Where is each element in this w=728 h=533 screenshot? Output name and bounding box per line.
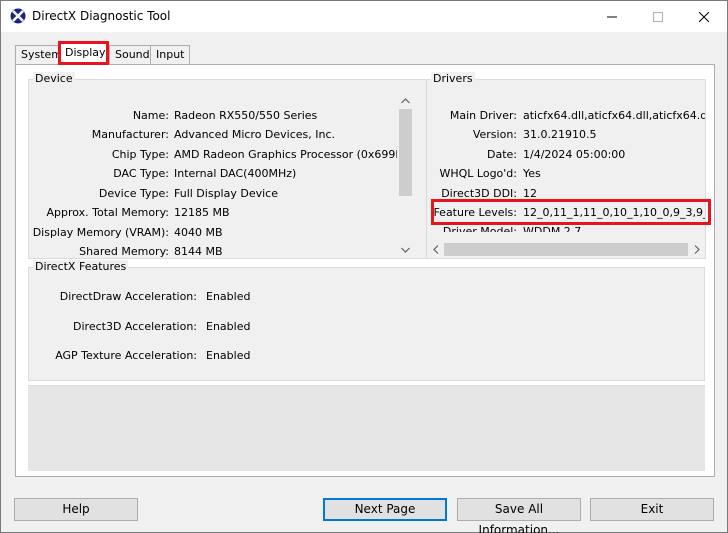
scroll-thumb[interactable] [444,243,688,256]
device-value: Internal DAC(400MHz) [174,167,297,180]
help-button[interactable]: Help [14,498,138,521]
driver-value: aticfx64.dll,aticfx64.dll,aticfx64.dll,a… [523,109,705,122]
minimize-button[interactable] [589,1,635,32]
device-row-vram: Display Memory (VRAM): 4040 MB [29,224,389,242]
driver-value: 12_0,11_1,11_0,10_1,10_0,9_3,9_2, [523,206,705,219]
feature-value: Enabled [206,290,251,303]
feature-value: Enabled [206,320,251,333]
driver-row-date: Date: 1/4/2024 05:00:00 [427,146,705,164]
driver-label: Driver Model: [442,225,517,232]
device-vertical-scrollbar[interactable] [397,92,414,258]
tab-input[interactable]: Input [150,45,190,65]
driver-row-main: Main Driver: aticfx64.dll,aticfx64.dll,a… [427,107,705,125]
scroll-left-arrow[interactable] [427,241,444,258]
maximize-button[interactable] [635,1,681,32]
chevron-left-icon [432,245,438,254]
driver-row-version: Version: 31.0.21910.5 [427,126,705,144]
driver-label: Feature Levels: [433,206,517,219]
drivers-viewport: Main Driver: aticfx64.dll,aticfx64.dll,a… [427,80,705,232]
device-row-shared-memory: Shared Memory: 8144 MB [29,243,389,257]
device-group: Device Name: Radeon RX550/550 Series Man… [28,72,432,259]
device-row-dac-type: DAC Type: Internal DAC(400MHz) [29,165,389,183]
feature-row-direct3d: Direct3D Acceleration: Enabled [29,318,329,336]
close-button[interactable] [681,1,727,32]
next-page-button[interactable]: Next Page [323,498,447,521]
device-label: Shared Memory: [79,245,169,257]
exit-button[interactable]: Exit [590,498,714,521]
chevron-right-icon [694,245,700,254]
driver-label: WHQL Logo'd: [439,167,517,180]
driver-label: Main Driver: [449,109,517,122]
device-label: Chip Type: [111,148,169,161]
device-label: Display Memory (VRAM): [32,226,169,239]
driver-row-ddi: Direct3D DDI: 12 [427,185,705,203]
driver-label: Date: [487,148,517,161]
scroll-up-arrow[interactable] [397,92,414,109]
display-tab-panel: Device Name: Radeon RX550/550 Series Man… [15,64,715,477]
feature-label: Direct3D Acceleration: [73,320,197,333]
tab-system[interactable]: System [15,45,62,65]
driver-label: Version: [472,128,517,141]
device-value: 4040 MB [174,226,223,239]
scroll-right-arrow[interactable] [688,241,705,258]
device-value: AMD Radeon Graphics Processor (0x699F) [174,148,407,161]
device-label: Manufacturer: [91,128,169,141]
scroll-thumb[interactable] [399,109,412,196]
feature-row-agp: AGP Texture Acceleration: Enabled [29,347,329,365]
notes-area [28,385,705,471]
device-value: Radeon RX550/550 Series [174,109,318,122]
directx-icon [10,8,26,24]
driver-value: Yes [523,167,541,180]
chevron-down-icon [401,247,410,253]
chevron-up-icon [401,97,410,103]
driver-row-model: Driver Model: WDDM 2.7 [427,223,705,232]
directx-features-group: DirectX Features DirectDraw Acceleration… [28,260,705,381]
driver-value: 31.0.21910.5 [523,128,597,141]
device-label: Approx. Total Memory: [46,206,170,219]
device-value: Advanced Micro Devices, Inc. [174,128,336,141]
title-bar: DirectX Diagnostic Tool [1,1,727,32]
driver-value: 1/4/2024 05:00:00 [523,148,626,161]
device-row-name: Name: Radeon RX550/550 Series [29,107,389,125]
window-title: DirectX Diagnostic Tool [32,9,171,23]
drivers-horizontal-scrollbar[interactable] [427,241,705,258]
dxdiag-window: DirectX Diagnostic Tool System Sound Inp… [0,0,728,533]
tab-sound[interactable]: Sound [109,45,151,65]
close-icon [699,11,709,22]
feature-label: DirectDraw Acceleration: [59,290,197,303]
driver-row-feature-levels: Feature Levels: 12_0,11_1,11_0,10_1,10_0… [427,204,705,222]
feature-label: AGP Texture Acceleration: [55,349,197,362]
device-label: Name: [132,109,169,122]
driver-value: 12 [523,187,537,200]
driver-label: Direct3D DDI: [441,187,517,200]
scroll-down-arrow[interactable] [397,241,414,258]
feature-row-directdraw: DirectDraw Acceleration: Enabled [29,288,329,306]
driver-row-whql: WHQL Logo'd: Yes [427,165,705,183]
device-row-device-type: Device Type: Full Display Device [29,185,389,203]
device-label: Device Type: [98,187,169,200]
feature-value: Enabled [206,349,251,362]
device-value: 12185 MB [174,206,230,219]
device-row-manufacturer: Manufacturer: Advanced Micro Devices, In… [29,126,389,144]
minimize-icon [607,16,617,17]
drivers-group: Drivers Main Driver: aticfx64.dll,aticfx… [426,72,706,259]
driver-value: WDDM 2.7 [523,225,582,232]
device-row-chip-type: Chip Type: AMD Radeon Graphics Processor… [29,146,406,164]
device-row-total-memory: Approx. Total Memory: 12185 MB [29,204,389,222]
device-group-label: Device [33,72,75,85]
maximize-icon [653,11,663,22]
device-value: 8144 MB [174,245,223,257]
device-label: DAC Type: [113,167,169,180]
tab-display[interactable]: Display [59,42,109,65]
device-value: Full Display Device [174,187,278,200]
save-all-information-button[interactable]: Save All Information... [457,498,581,533]
directx-features-label: DirectX Features [33,260,129,273]
